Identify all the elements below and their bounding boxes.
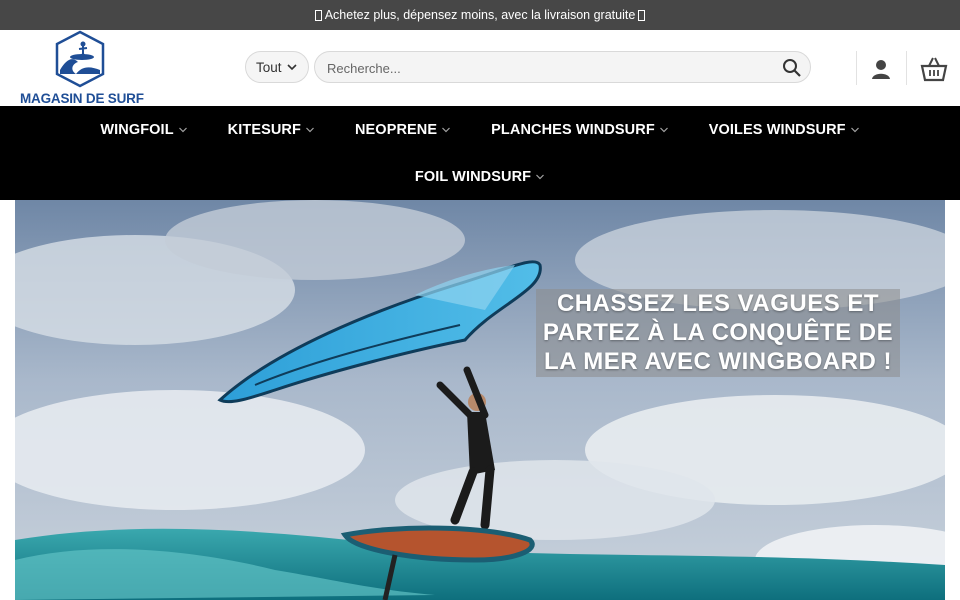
search-icon[interactable] xyxy=(782,58,802,78)
main-nav: WINGFOIL KITESURF NEOPRENE PLANCHES WIND… xyxy=(0,106,960,200)
promo-bar: Achetez plus, dépensez moins, avec la li… xyxy=(0,0,960,30)
header-divider xyxy=(856,51,857,85)
nav-item-label: VOILES WINDSURF xyxy=(708,122,846,138)
nav-item-neoprene[interactable]: NEOPRENE xyxy=(355,118,451,142)
nav-item-voiles-windsurf[interactable]: VOILES WINDSURF xyxy=(709,118,860,142)
nav-item-planches-windsurf[interactable]: PLANCHES WINDSURF xyxy=(491,118,669,142)
header-divider xyxy=(906,51,907,85)
chevron-down-icon xyxy=(659,127,668,133)
chevron-down-icon xyxy=(536,174,545,180)
promo-text: Achetez plus, dépensez moins, avec la li… xyxy=(324,8,636,22)
search-bar xyxy=(314,51,811,84)
nav-item-label: PLANCHES WINDSURF xyxy=(491,122,655,138)
site-header: MAGASIN DE SURF Tout xyxy=(0,30,960,106)
hero-headline: CHASSEZ LES VAGUES ET PARTEZ À LA CONQUÊ… xyxy=(536,289,900,377)
nav-item-foil-windsurf[interactable]: FOIL WINDSURF xyxy=(415,165,545,189)
nav-item-kitesurf[interactable]: KITESURF xyxy=(228,118,315,142)
chevron-down-icon xyxy=(178,127,187,133)
nav-item-label: FOIL WINDSURF xyxy=(414,169,532,185)
category-select[interactable]: Tout xyxy=(245,51,309,83)
hero-headline-line: PARTEZ À LA CONQUÊTE DE xyxy=(542,319,894,346)
gift-icon xyxy=(314,9,322,21)
hero-banner[interactable]: CHASSEZ LES VAGUES ET PARTEZ À LA CONQUÊ… xyxy=(15,200,945,600)
chevron-down-icon xyxy=(442,127,451,133)
logo-emblem xyxy=(55,30,105,88)
site-logo[interactable]: MAGASIN DE SURF xyxy=(20,30,145,106)
nav-item-label: WINGFOIL xyxy=(100,122,174,138)
chevron-down-icon xyxy=(850,127,859,133)
nav-item-label: NEOPRENE xyxy=(354,122,438,138)
nav-item-label: KITESURF xyxy=(227,122,301,138)
chevron-down-icon xyxy=(306,127,314,133)
search-input[interactable] xyxy=(325,52,779,84)
hero-headline-line: CHASSEZ LES VAGUES ET xyxy=(556,290,880,317)
logo-text: MAGASIN DE SURF xyxy=(20,91,144,106)
user-icon[interactable] xyxy=(870,58,892,80)
hero-image xyxy=(15,200,945,600)
chevron-down-icon xyxy=(287,64,297,71)
hero-headline-line: LA MER AVEC WINGBOARD ! xyxy=(544,348,892,375)
nav-item-wingfoil[interactable]: WINGFOIL xyxy=(100,118,187,142)
gift-icon xyxy=(638,9,646,21)
category-select-value: Tout xyxy=(256,59,282,75)
cart-icon[interactable] xyxy=(920,56,948,82)
